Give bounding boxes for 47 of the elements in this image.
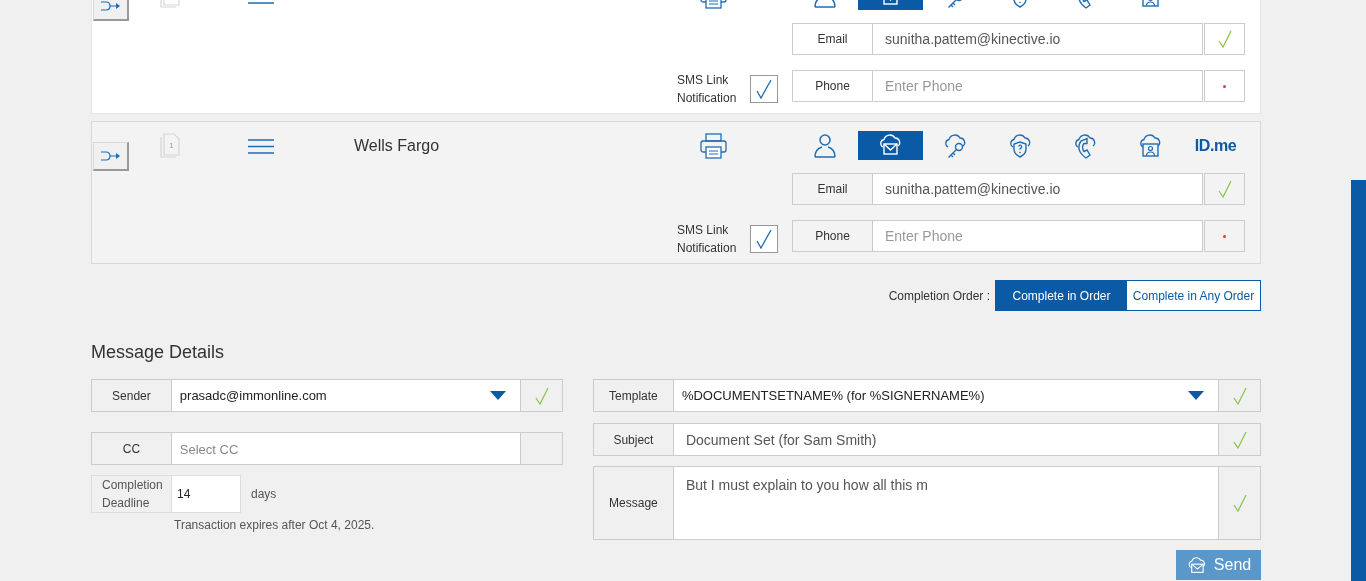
idme-auth-button[interactable]: ID.me xyxy=(1183,131,1248,160)
route-arrow-icon xyxy=(99,1,122,11)
email-auth-button[interactable] xyxy=(858,131,923,160)
subject-field[interactable]: Document Set (for Sam Smith) xyxy=(673,423,1220,456)
person-icon xyxy=(812,132,839,159)
phone-field[interactable]: Enter Phone xyxy=(873,70,1203,102)
field-label: Completion Deadline xyxy=(91,475,172,513)
template-dropdown[interactable]: %DOCUMENTSETNAME% (for %SIGNERNAME%) xyxy=(673,379,1220,412)
menu-icon[interactable] xyxy=(248,139,274,154)
sender-dropdown[interactable]: prasadc@immonline.com xyxy=(171,379,522,412)
field-label: Phone xyxy=(792,220,873,252)
document-icon: 1 xyxy=(160,133,181,158)
printer-icon[interactable] xyxy=(700,133,727,159)
days-label: days xyxy=(251,486,277,503)
route-arrow-icon xyxy=(99,151,122,161)
dropdown-caret-icon xyxy=(1188,391,1205,400)
forward-button[interactable] xyxy=(93,142,129,171)
expiry-note: Transaction expires after Oct 4, 2025. xyxy=(174,517,376,534)
completion-order-option[interactable]: Complete in Order xyxy=(996,281,1127,310)
field-label: Phone xyxy=(792,70,873,102)
completion-order-label: Completion Order : xyxy=(888,287,990,305)
sms-checkbox[interactable] xyxy=(750,75,778,103)
completion-order-option[interactable]: Complete in Any Order xyxy=(1127,281,1260,310)
field-label: Email xyxy=(792,173,873,205)
signer-name: Wells Fargo xyxy=(354,136,441,156)
field-label: Subject xyxy=(593,423,674,456)
dropdown-caret-icon xyxy=(490,391,507,400)
email-field[interactable]: sunitha.pattem@kinective.io xyxy=(873,173,1203,205)
email-field[interactable]: sunitha.pattem@kinective.io xyxy=(873,23,1203,55)
validation-cell xyxy=(521,432,563,465)
check-icon xyxy=(756,79,772,99)
field-label: Email xyxy=(792,23,873,55)
section-title: Message Details xyxy=(91,341,226,363)
scrollbar-thumb[interactable] xyxy=(1351,180,1366,581)
forward-button[interactable] xyxy=(93,0,129,21)
field-label: CC xyxy=(91,432,172,465)
field-label: Template xyxy=(593,379,674,412)
deadline-field[interactable]: 14 xyxy=(172,475,241,513)
sms-link-label: SMS Link Notification xyxy=(677,72,738,107)
message-field[interactable]: But I must explain to you how all this m xyxy=(673,466,1220,540)
field-label: Sender xyxy=(91,379,172,412)
cc-field[interactable]: Select CC xyxy=(171,432,522,465)
field-label: Message xyxy=(593,466,674,540)
phone-field[interactable]: Enter Phone xyxy=(873,220,1203,252)
sms-checkbox[interactable] xyxy=(750,225,778,253)
check-icon xyxy=(756,229,772,249)
sms-link-label: SMS Link Notification xyxy=(677,222,738,257)
